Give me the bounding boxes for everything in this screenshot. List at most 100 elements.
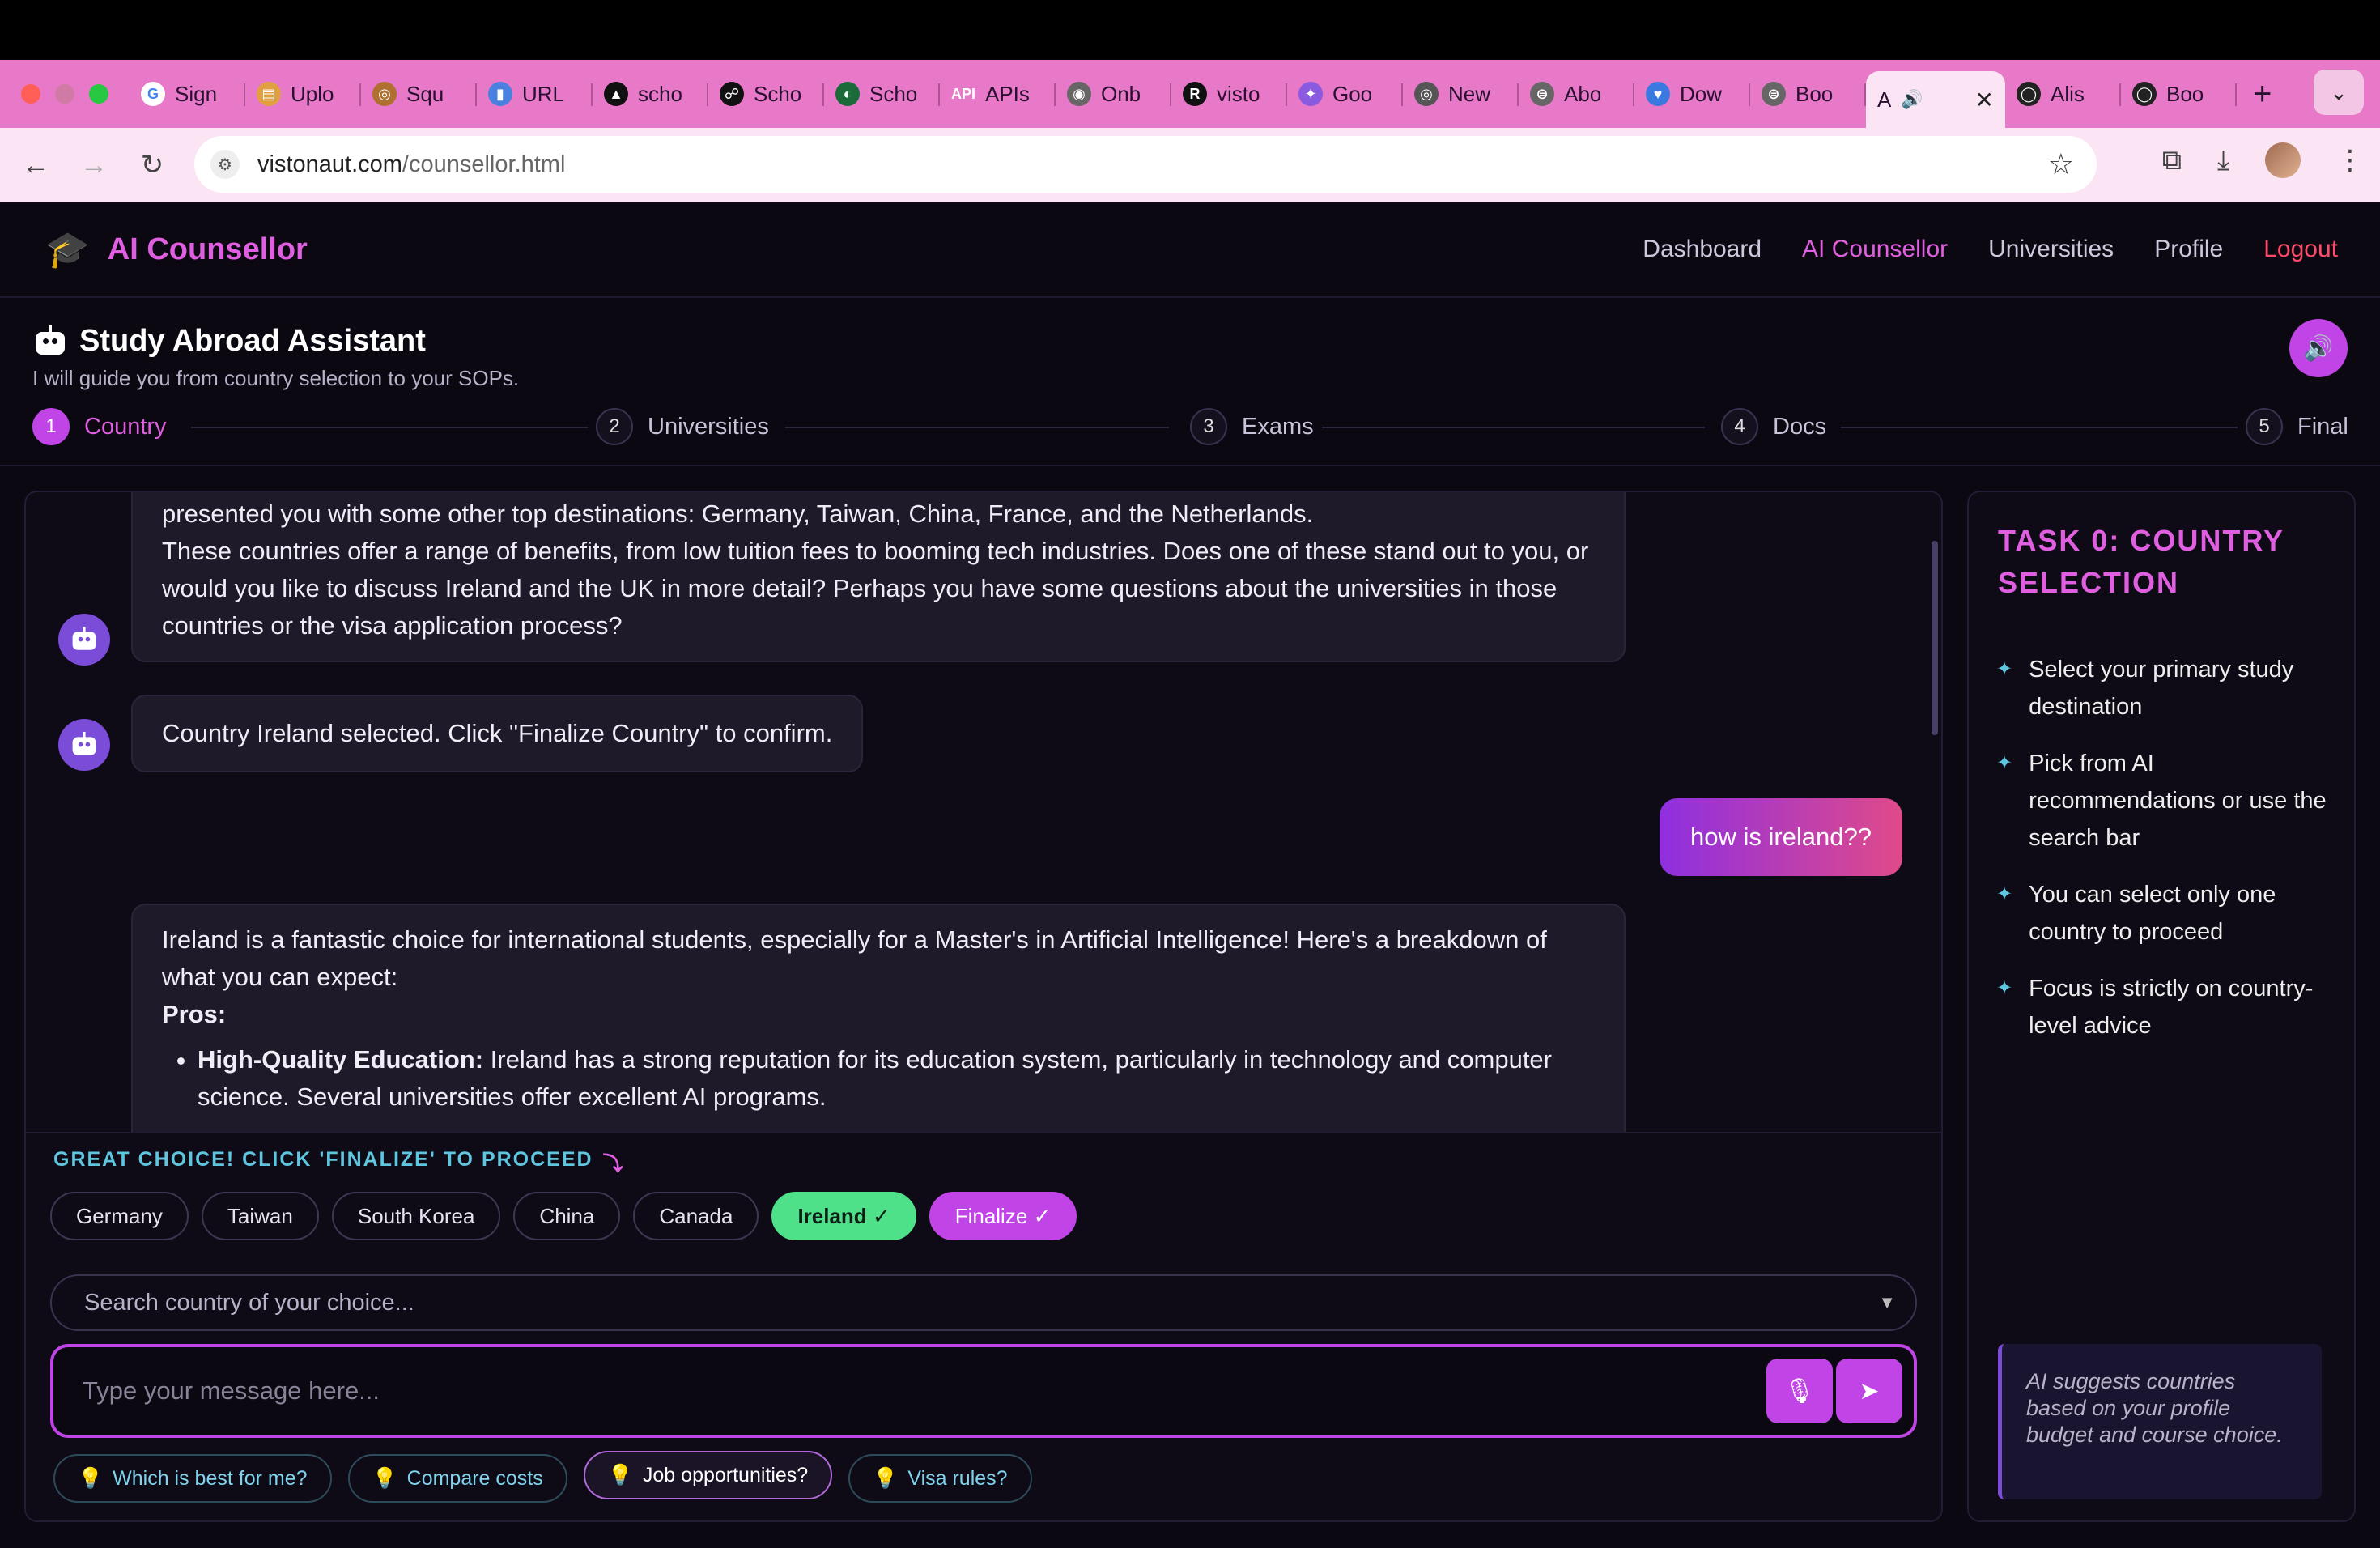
favicon-icon: ▤ bbox=[257, 82, 281, 106]
message-list[interactable]: presented you with some other top destin… bbox=[26, 492, 1941, 1132]
nav-ai-counsellor[interactable]: AI Counsellor bbox=[1802, 236, 1948, 263]
tab-title: scho bbox=[638, 81, 682, 106]
forward-arrow-icon[interactable]: → bbox=[65, 150, 123, 181]
browser-tab-1[interactable]: ▤ Uplo bbox=[245, 69, 361, 119]
browser-tab-12[interactable]: ⊜ Abo bbox=[1519, 69, 1634, 119]
close-window-button[interactable] bbox=[21, 84, 40, 104]
nav-dashboard[interactable]: Dashboard bbox=[1643, 236, 1762, 263]
more-menu-icon[interactable]: ⋮ bbox=[2336, 144, 2364, 176]
country-search-select[interactable]: Search country of your choice... ▼ bbox=[50, 1274, 1917, 1331]
browser-tab-4[interactable]: ▲ scho bbox=[593, 69, 708, 119]
favicon-icon: API bbox=[951, 82, 975, 106]
close-tab-icon[interactable]: ✕ bbox=[1975, 87, 1994, 113]
browser-tab-6[interactable]: ◐ Scho bbox=[824, 69, 940, 119]
message-input[interactable]: Type your message here... 🎙 ➤ bbox=[50, 1344, 1917, 1438]
favicon-icon: ▲ bbox=[604, 82, 628, 106]
step-country[interactable]: 1 Country bbox=[32, 408, 175, 445]
suggestion-job-opportunities[interactable]: 💡 Job opportunities? bbox=[583, 1451, 833, 1499]
country-chip-germany[interactable]: Germany bbox=[50, 1192, 189, 1240]
suggestion-chips: 💡 Which is best for me? 💡 Compare costs 💡 J… bbox=[53, 1451, 1032, 1503]
bookmark-star-icon[interactable]: ☆ bbox=[2048, 147, 2074, 181]
finalize-button[interactable]: Finalize ✓ bbox=[929, 1192, 1077, 1240]
browser-tab-active[interactable]: A 🔊 ✕ bbox=[1866, 71, 2005, 128]
minimize-window-button[interactable] bbox=[55, 84, 74, 104]
step-exams[interactable]: 3 Exams bbox=[1182, 408, 1322, 445]
brand[interactable]: 🎓 AI Counsellor bbox=[45, 228, 308, 270]
chat-panel: presented you with some other top destin… bbox=[24, 491, 1943, 1522]
dropdown-caret-icon[interactable]: ▼ bbox=[1878, 1292, 1896, 1313]
voice-toggle-button[interactable]: 🔊 bbox=[2289, 319, 2348, 377]
browser-tab-13[interactable]: ♥ Dow bbox=[1634, 69, 1750, 119]
extensions-icon[interactable]: ⧉ bbox=[2162, 145, 2182, 176]
microphone-button[interactable]: 🎙 bbox=[1766, 1359, 1833, 1423]
new-tab-icon[interactable]: + bbox=[2253, 76, 2272, 113]
favicon-icon: ◯ bbox=[2132, 82, 2157, 106]
browser-tab-after-0[interactable]: ◯ Alis bbox=[2005, 69, 2121, 119]
browser-tab-2[interactable]: ◎ Squ bbox=[361, 69, 477, 119]
tab-title: Scho bbox=[869, 81, 918, 106]
step-universities[interactable]: 2 Universities bbox=[588, 408, 777, 445]
browser-tab-after-1[interactable]: ◯ Boo bbox=[2121, 69, 2237, 119]
send-icon: ➤ bbox=[1859, 1377, 1880, 1405]
tab-list-after: ◯ Alis ◯ Boo bbox=[2005, 69, 2237, 119]
zoom-window-button[interactable] bbox=[89, 84, 108, 104]
nav-universities[interactable]: Universities bbox=[1988, 236, 2114, 263]
browser-tab-8[interactable]: ◉ Onb bbox=[1056, 69, 1171, 119]
tab-search-chevron-icon[interactable]: ⌄ bbox=[2314, 70, 2364, 115]
country-chip-south-korea[interactable]: South Korea bbox=[331, 1192, 501, 1240]
address-bar[interactable]: ⚙ vistonaut.com/counsellor.html ☆ bbox=[194, 136, 2097, 193]
suggestion-compare-costs[interactable]: 💡 Compare costs bbox=[347, 1454, 567, 1503]
suggestion-label: Compare costs bbox=[406, 1466, 543, 1490]
step-number: 3 bbox=[1190, 408, 1227, 445]
browser-tab-0[interactable]: G Sign bbox=[130, 69, 245, 119]
browser-tab-3[interactable]: ▮ URL bbox=[477, 69, 593, 119]
message-placeholder: Type your message here... bbox=[83, 1376, 380, 1405]
task-item: ✦ Pick from AI recommendations or use the… bbox=[1996, 745, 2328, 857]
chat-scrollbar[interactable] bbox=[1932, 541, 1938, 735]
site-info-icon[interactable]: ⚙ bbox=[210, 150, 240, 179]
browser-tab-11[interactable]: ◎ New bbox=[1403, 69, 1519, 119]
suggestion-best-for-me[interactable]: 💡 Which is best for me? bbox=[53, 1454, 332, 1503]
favicon-icon: ◉ bbox=[1067, 82, 1091, 106]
tab-title: Abo bbox=[1564, 81, 1602, 106]
brand-name: AI Counsellor bbox=[107, 232, 308, 266]
assistant-title-text: Study Abroad Assistant bbox=[79, 324, 426, 358]
task-item: ✦ Select your primary study destination bbox=[1996, 651, 2328, 725]
country-chip-canada[interactable]: Canada bbox=[633, 1192, 759, 1240]
tab-title: Goo bbox=[1332, 81, 1373, 106]
country-chip-ireland-selected[interactable]: Ireland ✓ bbox=[771, 1192, 916, 1240]
tab-title: New bbox=[1448, 81, 1491, 106]
suggestion-label: Job opportunities? bbox=[642, 1463, 809, 1486]
nav-logout[interactable]: Logout bbox=[2263, 236, 2338, 263]
speaker-icon[interactable]: 🔊 bbox=[1901, 89, 1923, 110]
browser-tab-10[interactable]: ✦ Goo bbox=[1287, 69, 1403, 119]
browser-tab-7[interactable]: API APIs bbox=[940, 69, 1056, 119]
hint-text: GREAT CHOICE! CLICK 'FINALIZE' TO PROCEE… bbox=[53, 1148, 593, 1171]
main-nav: Dashboard AI Counsellor Universities Pro… bbox=[1643, 236, 2338, 263]
message-text: how is ireland?? bbox=[1689, 823, 1872, 851]
bot-avatar bbox=[58, 614, 110, 666]
step-final[interactable]: 5 Final bbox=[2238, 408, 2348, 445]
send-button[interactable]: ➤ bbox=[1836, 1359, 1902, 1423]
country-chip-taiwan[interactable]: Taiwan bbox=[201, 1192, 319, 1240]
suggestion-visa-rules[interactable]: 💡 Visa rules? bbox=[848, 1454, 1032, 1503]
pros-list: High-Quality Education: Ireland has a st… bbox=[198, 1041, 1595, 1116]
back-arrow-icon[interactable]: ← bbox=[6, 150, 65, 181]
task-text: Select your primary study destination bbox=[2029, 657, 2294, 720]
microphone-icon: 🎙 bbox=[1783, 1377, 1816, 1405]
reload-icon[interactable]: ↻ bbox=[123, 149, 181, 181]
step-docs[interactable]: 4 Docs bbox=[1713, 408, 1835, 445]
profile-avatar[interactable] bbox=[2265, 142, 2301, 178]
tab-title: Scho bbox=[754, 81, 802, 106]
step-label: Exams bbox=[1242, 413, 1314, 440]
nav-profile[interactable]: Profile bbox=[2154, 236, 2223, 263]
browser-tab-5[interactable]: ☍ Scho bbox=[708, 69, 824, 119]
download-icon[interactable]: ⤓ bbox=[2217, 145, 2229, 176]
browser-tab-9[interactable]: Rvisto bbox=[1171, 69, 1287, 119]
country-chip-china[interactable]: China bbox=[513, 1192, 621, 1240]
robot-icon bbox=[32, 325, 68, 358]
favicon-icon: ☍ bbox=[720, 82, 744, 106]
browser-tab-14[interactable]: ⊜ Boo bbox=[1750, 69, 1866, 119]
bot-message: Ireland is a fantastic choice for intern… bbox=[131, 904, 1626, 1132]
message-text: Country Ireland selected. Click "Finaliz… bbox=[162, 719, 833, 747]
